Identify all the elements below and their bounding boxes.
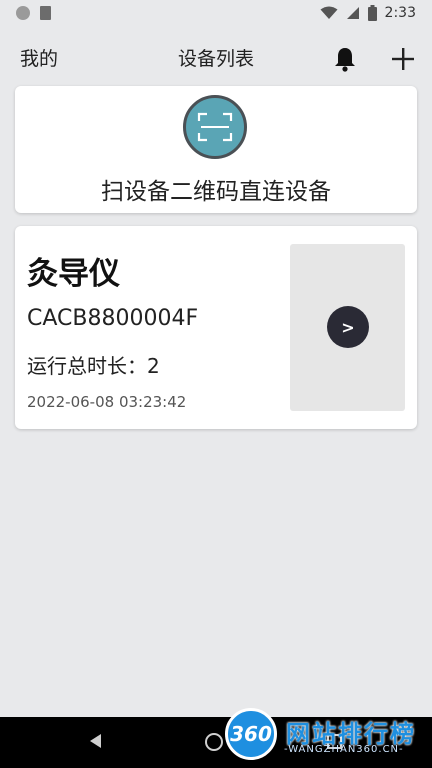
bell-icon[interactable] [333,46,357,72]
qr-scan-icon [197,112,233,142]
device-action-panel[interactable]: > [290,244,405,411]
device-timestamp: 2022-06-08 03:23:42 [27,393,187,411]
top-bar: 我的 设备列表 [0,38,432,78]
device-card[interactable]: 灸导仪 CACB8800004F 运行总时长：2 2022-06-08 03:2… [15,226,417,429]
scan-qr-button[interactable] [183,95,247,159]
home-icon[interactable] [205,733,223,751]
sd-card-icon [40,6,51,20]
device-runtime: 运行总时长：2 [27,354,160,378]
status-left [16,6,51,20]
status-right: 2:33 [320,5,416,21]
device-serial: CACB8800004F [27,306,199,331]
battery-icon [367,5,377,21]
status-time: 2:33 [384,5,416,21]
scan-qr-label: 扫设备二维码直连设备 [101,179,331,205]
watermark-subtitle: -WANGZHAN360.CN- [284,744,404,755]
signal-icon [346,7,359,19]
watermark-logo: 360 [225,708,277,760]
device-name: 灸导仪 [27,256,120,292]
scan-qr-card[interactable]: 扫设备二维码直连设备 [15,86,417,213]
my-profile-link[interactable]: 我的 [20,44,58,71]
back-icon[interactable] [88,733,104,749]
status-bar: 2:33 [0,0,432,26]
notification-dot-icon [16,6,30,20]
device-open-button[interactable]: > [327,306,369,348]
plus-icon[interactable] [390,46,416,72]
wifi-icon [320,6,338,19]
page-title: 设备列表 [177,48,254,70]
